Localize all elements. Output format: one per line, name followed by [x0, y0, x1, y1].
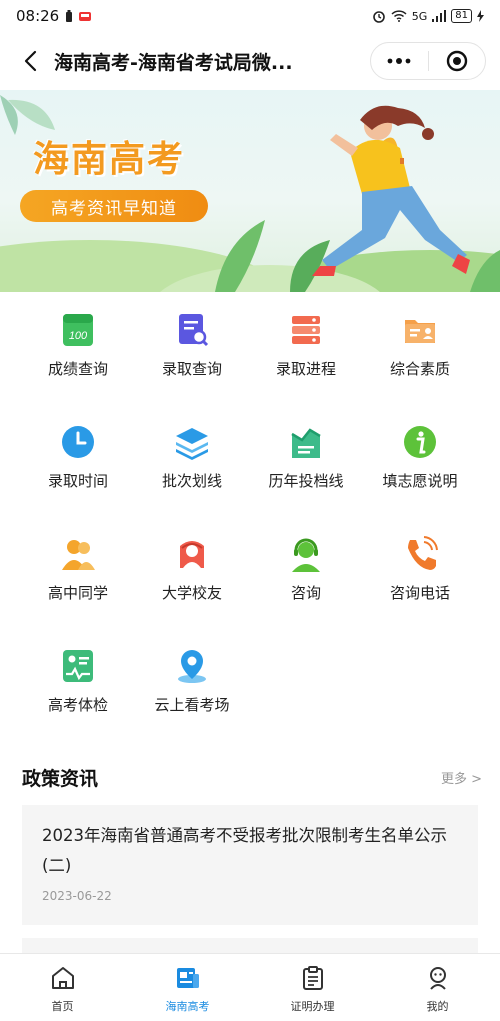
- target-close-icon: [446, 50, 467, 72]
- banner-subtitle: 高考资讯早知道: [20, 190, 208, 222]
- info-icon: [400, 422, 440, 462]
- location-pin-icon: [172, 646, 212, 686]
- banner[interactable]: 海南高考 高考资讯早知道: [0, 90, 500, 292]
- battery-level: 81: [451, 9, 472, 23]
- layers-icon: [172, 422, 212, 462]
- grid-item-university-alumni[interactable]: 大学校友: [135, 524, 249, 636]
- clock-icon: [58, 422, 98, 462]
- charging-icon: [477, 10, 484, 22]
- title-bar: 海南高考-海南省考试局微...: [0, 32, 500, 90]
- chart-book-icon: [286, 422, 326, 462]
- mini-program-capsule: [370, 42, 486, 80]
- more-options-button[interactable]: [371, 43, 428, 79]
- admission-progress-icon: [286, 310, 326, 350]
- grid-item-admission-time[interactable]: 录取时间: [21, 412, 135, 524]
- tab-home[interactable]: 首页: [0, 954, 125, 1021]
- phone-icon: [400, 534, 440, 574]
- tab-hainan-gaokao[interactable]: 海南高考: [125, 954, 250, 1021]
- score-report-icon: 100: [58, 310, 98, 350]
- home-icon: [49, 964, 77, 992]
- bottom-tab-bar: 首页 海南高考 证明办理 我的: [0, 953, 500, 1021]
- clipboard-icon: [299, 964, 327, 992]
- signal-type: 5G: [411, 9, 428, 23]
- page-title: 海南高考-海南省考试局微...: [54, 51, 293, 74]
- grid-item-score-query[interactable]: 100 成绩查询: [21, 300, 135, 412]
- news-icon: [174, 964, 202, 992]
- classmates-icon: [58, 534, 98, 574]
- status-bar: 08:26 5G 81: [0, 0, 500, 32]
- alarm-icon: [372, 11, 385, 23]
- close-mini-program-button[interactable]: [429, 43, 486, 79]
- banner-title: 海南高考: [33, 139, 186, 180]
- more-news-link[interactable]: 更多 >: [441, 768, 482, 787]
- alumni-icon: [172, 534, 212, 574]
- grid-item-admission-progress[interactable]: 录取进程: [249, 300, 363, 412]
- tab-certificate[interactable]: 证明办理: [250, 954, 375, 1021]
- news-header: 政策资讯 更多 >: [22, 762, 482, 792]
- grid-item-batch-line[interactable]: 批次划线: [135, 412, 249, 524]
- wifi-icon: [391, 10, 407, 22]
- grid-item-admission-query[interactable]: 录取查询: [135, 300, 249, 412]
- user-icon: [424, 964, 452, 992]
- grid-item-comprehensive-quality[interactable]: 综合素质: [363, 300, 477, 412]
- headset-agent-icon: [286, 534, 326, 574]
- news-card-title: 2023年海南省普通高考不受报考批次限制考生名单公示(二): [42, 826, 447, 875]
- grid-item-physical-exam[interactable]: 高考体检: [21, 636, 135, 748]
- signal-icon: [432, 10, 447, 22]
- tab-mine[interactable]: 我的: [375, 954, 500, 1021]
- grid-item-consult-phone[interactable]: 咨询电话: [363, 524, 477, 636]
- news-section-title: 政策资讯: [22, 767, 99, 790]
- back-button[interactable]: [8, 39, 52, 83]
- battery-saver-icon: [66, 9, 73, 22]
- health-check-icon: [58, 646, 98, 686]
- app-notification-icon: [79, 12, 92, 21]
- grid-item-consult[interactable]: 咨询: [249, 524, 363, 636]
- more-dots-icon: [387, 58, 411, 64]
- admission-search-icon: [172, 310, 212, 350]
- svg-text:100: 100: [69, 330, 88, 342]
- chevron-left-icon: [24, 50, 37, 72]
- status-time: 08:26: [16, 7, 60, 25]
- profile-card-icon: [400, 310, 440, 350]
- grid-item-cloud-exam-venue[interactable]: 云上看考场: [135, 636, 249, 748]
- grid-item-highschool-classmates[interactable]: 高中同学: [21, 524, 135, 636]
- news-card-date: 2023-06-22: [42, 889, 112, 903]
- grid-item-historical-lines[interactable]: 历年投档线: [249, 412, 363, 524]
- news-card[interactable]: 2023年海南省普通高考不受报考批次限制考生名单公示(二) 2023-06-22: [22, 805, 478, 925]
- grid-item-application-guide[interactable]: 填志愿说明: [363, 412, 477, 524]
- function-grid: 100 成绩查询 录取查询 录取进程 综合素质 录取时间 批次划线 历年投档线 …: [0, 300, 500, 748]
